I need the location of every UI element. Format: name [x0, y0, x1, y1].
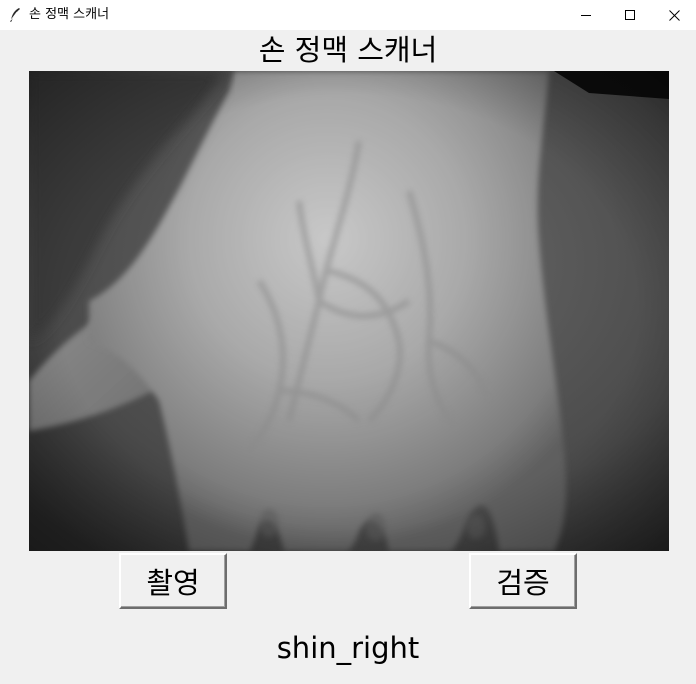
capture-button[interactable]: 촬영	[119, 553, 227, 609]
result-label: shin_right	[276, 631, 420, 665]
verify-button[interactable]: 검증	[469, 553, 577, 609]
hand-vein-image	[29, 71, 669, 551]
camera-preview	[29, 71, 669, 551]
close-button[interactable]	[651, 0, 696, 30]
page-title: 손 정맥 스캐너	[258, 33, 438, 67]
window-title: 손 정맥 스캐너	[29, 7, 110, 22]
maximize-button[interactable]	[607, 0, 653, 30]
minimize-button[interactable]	[563, 0, 609, 30]
title-bar[interactable]: 손 정맥 스캐너	[0, 0, 696, 30]
maximize-icon	[625, 10, 635, 20]
app-window: 손 정맥 스캐너 손 정맥 스캐너 촬영 검증 shin_right	[0, 0, 696, 684]
feather-icon	[10, 8, 20, 22]
minimize-icon	[581, 15, 591, 16]
close-icon	[668, 9, 680, 21]
